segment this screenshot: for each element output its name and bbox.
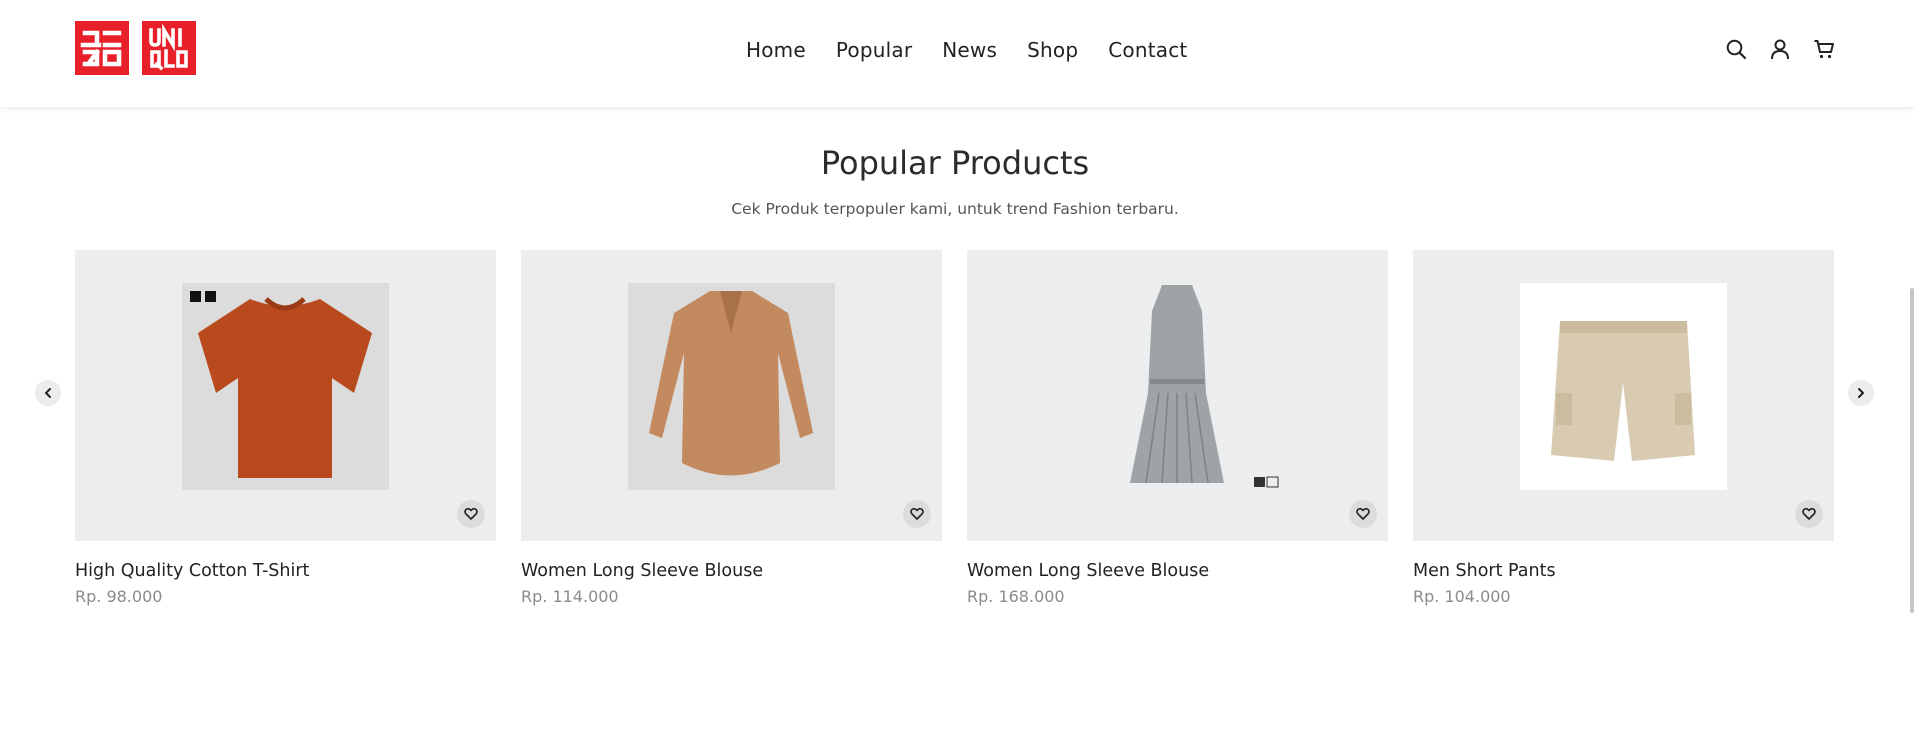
product-name[interactable]: High Quality Cotton T-Shirt bbox=[75, 561, 496, 581]
nav-home[interactable]: Home bbox=[746, 38, 806, 62]
favorite-button[interactable] bbox=[903, 500, 931, 528]
carousel-prev-button[interactable] bbox=[35, 380, 61, 406]
section-title: Popular Products bbox=[820, 144, 1090, 182]
heart-icon bbox=[1356, 507, 1370, 520]
logo-wordmark bbox=[142, 21, 196, 75]
nav-contact[interactable]: Contact bbox=[1108, 38, 1187, 62]
product-price: Rp. 114.000 bbox=[521, 587, 619, 606]
scrollbar-thumb[interactable] bbox=[1910, 288, 1914, 613]
heart-icon bbox=[910, 507, 924, 520]
site-header: Home Popular News Shop Contact bbox=[0, 0, 1915, 107]
main-nav: Home Popular News Shop Contact bbox=[746, 38, 1187, 62]
product-image-area[interactable] bbox=[75, 250, 496, 541]
heart-icon bbox=[1802, 507, 1816, 520]
nav-shop[interactable]: Shop bbox=[1027, 38, 1078, 62]
product-image-area[interactable] bbox=[521, 250, 942, 541]
product-card[interactable]: Women Long Sleeve Blouse Rp. 114.000 bbox=[521, 250, 942, 606]
product-price: Rp. 168.000 bbox=[967, 587, 1065, 606]
favorite-button[interactable] bbox=[457, 500, 485, 528]
product-photo-dress bbox=[1074, 283, 1281, 490]
search-icon[interactable] bbox=[1725, 38, 1747, 60]
product-card[interactable]: High Quality Cotton T-Shirt Rp. 98.000 bbox=[75, 250, 496, 606]
product-name[interactable]: Women Long Sleeve Blouse bbox=[521, 561, 942, 581]
logo-katakana-mark bbox=[75, 21, 129, 75]
product-image-area[interactable] bbox=[1413, 250, 1834, 541]
heart-icon bbox=[464, 507, 478, 520]
product-image-area[interactable] bbox=[967, 250, 1388, 541]
product-name[interactable]: Men Short Pants bbox=[1413, 561, 1834, 581]
chevron-left-icon bbox=[45, 388, 51, 398]
product-photo-shorts bbox=[1520, 283, 1727, 490]
carousel-next-button[interactable] bbox=[1848, 380, 1874, 406]
product-photo-tshirt bbox=[182, 283, 389, 490]
product-price: Rp. 104.000 bbox=[1413, 587, 1511, 606]
chevron-right-icon bbox=[1858, 388, 1864, 398]
favorite-button[interactable] bbox=[1349, 500, 1377, 528]
product-card[interactable]: Men Short Pants Rp. 104.000 bbox=[1413, 250, 1834, 606]
cart-icon[interactable] bbox=[1813, 38, 1835, 60]
section-subtitle: Cek Produk terpopuler kami, untuk trend … bbox=[731, 200, 1179, 218]
brand-logo[interactable] bbox=[75, 21, 196, 75]
nav-popular[interactable]: Popular bbox=[836, 38, 912, 62]
product-price: Rp. 98.000 bbox=[75, 587, 163, 606]
favorite-button[interactable] bbox=[1795, 500, 1823, 528]
nav-news[interactable]: News bbox=[942, 38, 997, 62]
product-name[interactable]: Women Long Sleeve Blouse bbox=[967, 561, 1388, 581]
product-card[interactable]: Women Long Sleeve Blouse Rp. 168.000 bbox=[967, 250, 1388, 606]
product-photo-blouse bbox=[628, 283, 835, 490]
user-icon[interactable] bbox=[1769, 38, 1791, 60]
header-actions bbox=[1725, 38, 1835, 60]
